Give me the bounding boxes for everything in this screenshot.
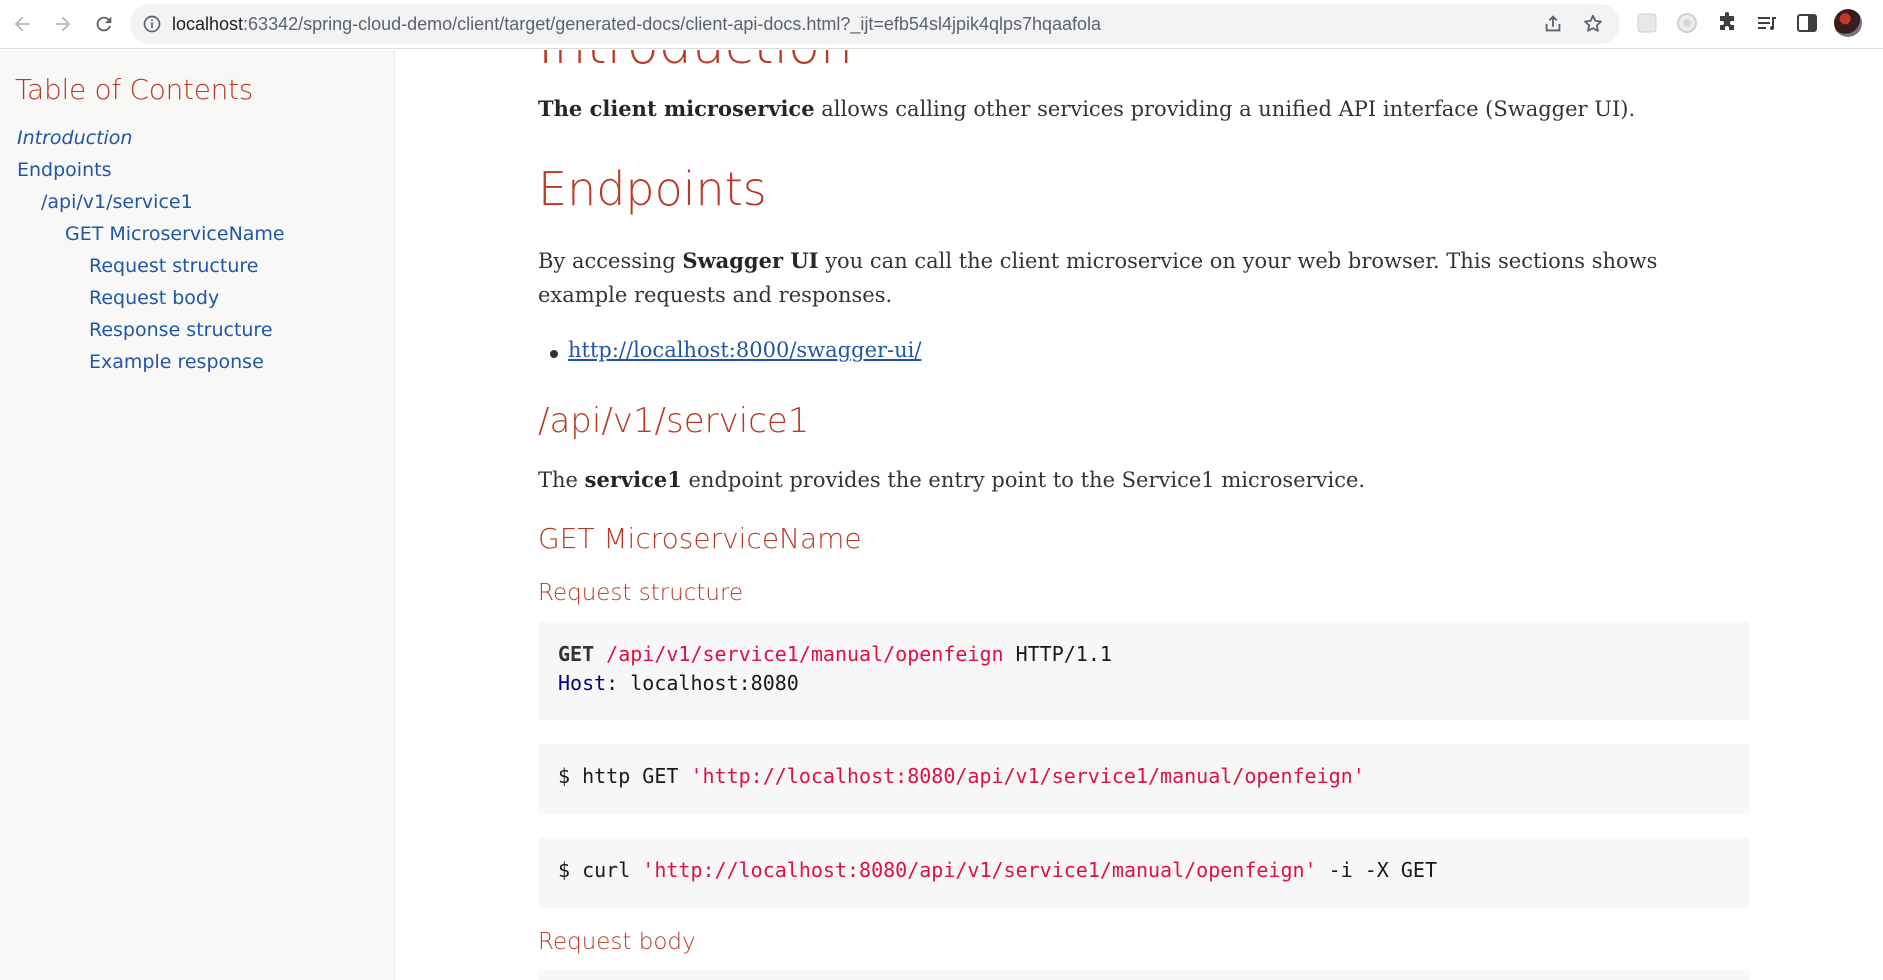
puzzle-icon[interactable]	[1715, 11, 1739, 35]
reload-icon[interactable]	[88, 8, 120, 40]
http-version: HTTP/1.1	[1003, 642, 1112, 666]
endpoints-heading: Endpoints	[538, 162, 767, 216]
toc-item-service1[interactable]: /api/v1/service1	[15, 186, 394, 218]
host-header-value: : localhost:8080	[606, 671, 799, 695]
service-text-1: The	[538, 468, 585, 492]
service-heading: /api/v1/service1	[538, 401, 810, 441]
toc-item-response-structure[interactable]: Response structure	[15, 314, 394, 346]
toc-item-request-structure[interactable]: Request structure	[15, 250, 394, 282]
toc-item-request-body[interactable]: Request body	[15, 282, 394, 314]
service-bold: service1	[584, 467, 682, 492]
get-heading: GET MicroserviceName	[538, 522, 862, 555]
url-path: :63342/spring-cloud-demo/client/target/g…	[243, 14, 1102, 34]
list-bullet	[550, 350, 558, 358]
http-method: GET	[558, 642, 595, 666]
swagger-link[interactable]: http://localhost:8000/swagger-ui/	[568, 338, 921, 362]
request-body-code-block	[538, 970, 1750, 980]
httpie-prefix: $ http GET	[558, 764, 691, 788]
httpie-code-block: $ http GET 'http://localhost:8080/api/v1…	[538, 744, 1750, 814]
extension-icon[interactable]	[1675, 11, 1699, 35]
introduction-heading: Introduction	[538, 50, 853, 76]
request-structure-heading: Request structure	[538, 580, 744, 606]
toc-list: Introduction Endpoints /api/v1/service1 …	[15, 122, 394, 378]
http-request-code-block: GET /api/v1/service1/manual/openfeign HT…	[538, 622, 1750, 720]
share-icon[interactable]	[1542, 13, 1564, 35]
toc-item-example-response[interactable]: Example response	[15, 346, 394, 378]
back-icon[interactable]	[6, 8, 38, 40]
avatar[interactable]	[1834, 9, 1862, 37]
service-text-2: endpoint provides the entry point to the…	[681, 468, 1366, 492]
side-panel-icon[interactable]	[1795, 11, 1819, 35]
request-body-heading: Request body	[538, 929, 696, 955]
intro-paragraph: The client microservice allows calling o…	[538, 92, 1753, 126]
http-path: /api/v1/service1/manual/openfeign	[606, 642, 1004, 666]
toc-item-get-microservicename[interactable]: GET MicroserviceName	[15, 218, 394, 250]
star-icon[interactable]	[1582, 13, 1604, 35]
curl-prefix: $ curl	[558, 858, 643, 882]
extension-icon[interactable]	[1635, 11, 1659, 35]
endpoints-bold: Swagger UI	[682, 248, 819, 273]
address-bar[interactable]: localhost:63342/spring-cloud-demo/client…	[130, 4, 1620, 44]
intro-bold: The client microservice	[538, 96, 815, 121]
httpie-url: 'http://localhost:8080/api/v1/service1/m…	[690, 764, 1365, 788]
curl-code-block: $ curl 'http://localhost:8080/api/v1/ser…	[538, 838, 1750, 908]
intro-text: allows calling other services providing …	[814, 97, 1636, 121]
toc-sidebar: Table of Contents Introduction Endpoints…	[0, 50, 395, 980]
endpoints-text-1: By accessing	[538, 249, 683, 273]
curl-suffix: -i -X GET	[1316, 858, 1438, 882]
doc-content: Introduction The client microservice all…	[538, 50, 1753, 980]
forward-icon[interactable]	[47, 8, 79, 40]
browser-toolbar: localhost:63342/spring-cloud-demo/client…	[0, 0, 1883, 49]
toc-item-endpoints[interactable]: Endpoints	[15, 154, 394, 186]
info-icon[interactable]	[142, 14, 162, 34]
toc-title: Table of Contents	[15, 73, 254, 106]
service-paragraph: The service1 endpoint provides the entry…	[538, 463, 1753, 497]
endpoints-paragraph: By accessing Swagger UI you can call the…	[538, 244, 1753, 312]
curl-url: 'http://localhost:8080/api/v1/service1/m…	[642, 858, 1317, 882]
toc-item-introduction[interactable]: Introduction	[15, 122, 394, 154]
url-host: localhost	[172, 14, 244, 34]
host-header-name: Host	[558, 671, 607, 695]
url-text[interactable]: localhost:63342/spring-cloud-demo/client…	[172, 4, 1101, 44]
playlist-icon[interactable]	[1755, 11, 1779, 35]
